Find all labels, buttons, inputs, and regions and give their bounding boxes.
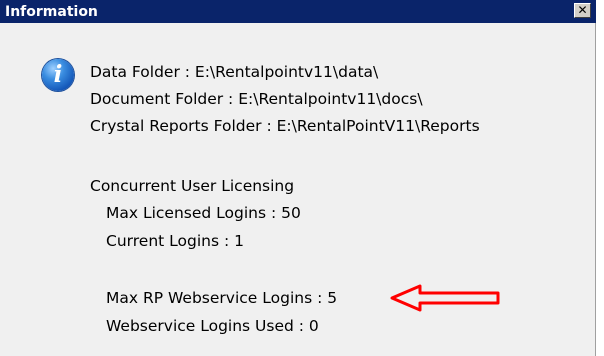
document-folder-text: Document Folder : E:\Rentalpointv11\docs…: [90, 90, 423, 108]
max-licensed-logins-text: Max Licensed Logins : 50: [106, 204, 301, 222]
information-dialog: Information ✕ i Data Folder : E:\Rentalp…: [0, 0, 596, 356]
title-bar[interactable]: Information ✕: [0, 0, 596, 23]
crystal-reports-folder-text: Crystal Reports Folder : E:\RentalPointV…: [90, 117, 480, 135]
current-logins-text: Current Logins : 1: [106, 232, 244, 250]
licensing-heading: Concurrent User Licensing: [90, 177, 295, 195]
information-glyph: i: [53, 61, 63, 88]
information-icon: i: [42, 59, 74, 91]
red-arrow-annotation: [390, 284, 500, 312]
webservice-logins-used-text: Webservice Logins Used : 0: [106, 317, 319, 335]
max-rp-webservice-logins-text: Max RP Webservice Logins : 5: [106, 289, 338, 307]
dialog-title: Information: [5, 3, 98, 20]
data-folder-text: Data Folder : E:\Rentalpointv11\data\: [90, 63, 379, 81]
close-button[interactable]: ✕: [574, 3, 591, 18]
close-icon: ✕: [577, 3, 588, 17]
